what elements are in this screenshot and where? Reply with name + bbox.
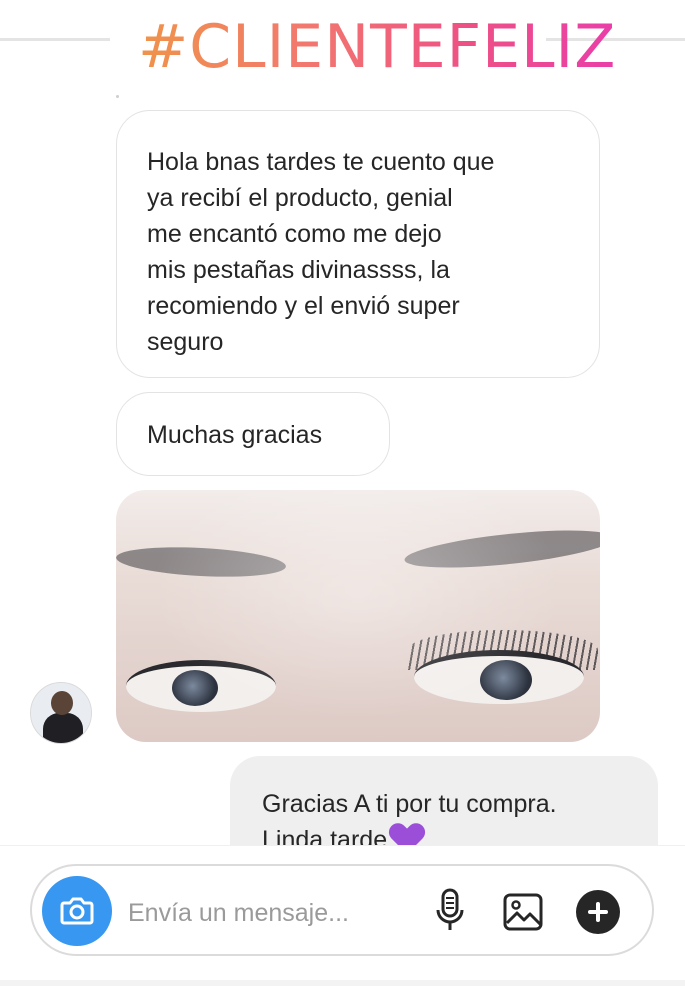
message-text: Hola bnas tardes te cuento que ya recibí… — [147, 148, 495, 356]
hashtag-text: #CLIENTEFELIZ — [138, 12, 617, 82]
message-text: Muchas gracias — [147, 421, 323, 449]
hashtag-banner: #CLIENTEFELIZ — [110, 0, 615, 92]
avatar-head — [51, 691, 73, 715]
camera-icon — [60, 897, 94, 925]
sender-avatar[interactable] — [30, 682, 92, 744]
photo-shade — [116, 490, 600, 742]
avatar-body — [43, 713, 83, 743]
incoming-message[interactable]: Muchas gracias — [116, 392, 390, 476]
plus-icon[interactable] — [576, 890, 620, 934]
microphone-icon[interactable] — [434, 888, 466, 936]
bottom-divider — [0, 980, 685, 986]
message-line: Gracias A ti por tu compra. — [262, 790, 557, 818]
message-composer — [30, 864, 654, 956]
camera-button[interactable] — [42, 876, 112, 946]
gallery-icon[interactable] — [502, 892, 544, 932]
message-input[interactable] — [128, 896, 428, 930]
speck — [116, 95, 119, 98]
incoming-message[interactable]: Hola bnas tardes te cuento que ya recibí… — [116, 110, 600, 378]
incoming-photo-eyelashes[interactable] — [116, 490, 600, 742]
